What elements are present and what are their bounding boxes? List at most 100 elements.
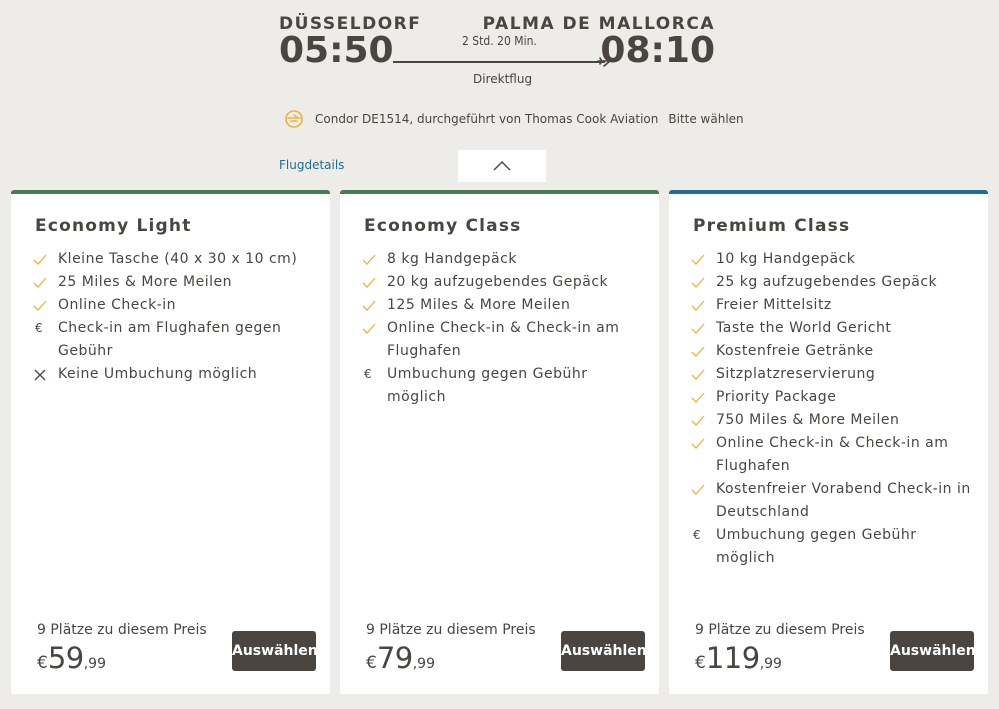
feature-item: 10 kg Handgepäck: [691, 248, 976, 271]
fare-price: €59,99: [37, 641, 106, 675]
feature-text: Freier Mittelsitz: [716, 297, 832, 313]
feature-text: Taste the World Gericht: [716, 320, 892, 336]
feature-item: 8 kg Handgepäck: [362, 248, 647, 271]
feature-item: Keine Umbuchung möglich: [33, 363, 318, 386]
chevron-up-icon: [493, 161, 511, 171]
check-icon: [33, 294, 58, 317]
check-icon: [362, 317, 387, 340]
flight-path-line: [393, 61, 605, 63]
feature-text: Online Check-in & Check-in am Flughafen: [716, 435, 949, 474]
feature-text: Priority Package: [716, 389, 837, 405]
feature-list: Kleine Tasche (40 x 30 x 10 cm) 25 Miles …: [33, 248, 318, 386]
price-integer: 59: [47, 641, 84, 675]
feature-item: Kostenfreie Getränke: [691, 340, 976, 363]
feature-item: € Umbuchung gegen Gebühr möglich: [691, 524, 976, 570]
feature-text: 10 kg Handgepäck: [716, 251, 856, 267]
feature-text: Check-in am Flughafen gegen Gebühr: [58, 320, 282, 359]
check-icon: [691, 386, 716, 409]
euro-icon: €: [35, 321, 44, 335]
feature-item: Online Check-in & Check-in am Flughafen: [691, 432, 976, 478]
feature-item: 750 Miles & More Meilen: [691, 409, 976, 432]
flight-type: Direktflug: [473, 72, 533, 86]
feature-text: Kostenfreier Vorabend Check-in in Deutsc…: [716, 481, 971, 520]
airplane-icon: [597, 55, 611, 67]
feature-text: Online Check-in: [58, 297, 176, 313]
check-icon: [33, 271, 58, 294]
select-button[interactable]: Auswählen: [890, 631, 976, 671]
feature-text: Umbuchung gegen Gebühr möglich: [716, 527, 917, 566]
feature-item: Kostenfreier Vorabend Check-in in Deutsc…: [691, 478, 976, 524]
check-icon: [691, 271, 716, 294]
price-decimal: ,99: [412, 656, 435, 672]
price-currency: €: [695, 653, 706, 673]
seats-available: 9 Plätze zu diesem Preis: [695, 622, 865, 638]
feature-text: 125 Miles & More Meilen: [387, 297, 571, 313]
feature-item: € Umbuchung gegen Gebühr möglich: [362, 363, 647, 409]
euro-icon: €: [693, 528, 702, 542]
feature-item: Sitzplatzreservierung: [691, 363, 976, 386]
check-icon: [691, 478, 716, 501]
feature-text: Keine Umbuchung möglich: [58, 366, 258, 382]
condor-logo-icon: [285, 110, 303, 128]
feature-text: Sitzplatzreservierung: [716, 366, 876, 382]
flight-duration: 2 Std. 20 Min.: [462, 34, 537, 48]
choose-fare-hint: Bitte wählen: [668, 112, 744, 126]
euro-icon: €: [364, 367, 373, 381]
feature-item: Kleine Tasche (40 x 30 x 10 cm): [33, 248, 318, 271]
price-currency: €: [37, 653, 48, 673]
check-icon: [691, 248, 716, 271]
feature-text: 25 kg aufzugebendes Gepäck: [716, 274, 938, 290]
cross-icon: [33, 363, 58, 386]
fare-price: €119,99: [695, 641, 782, 675]
carrier-text: Condor DE1514, durchgeführt von Thomas C…: [315, 112, 659, 126]
select-button[interactable]: Auswählen: [561, 631, 647, 671]
collapse-button[interactable]: [458, 150, 546, 182]
fare-card-premium-class: Premium Class 10 kg Handgepäck 25 kg aufz…: [669, 190, 988, 694]
feature-item: Taste the World Gericht: [691, 317, 976, 340]
feature-item: 25 Miles & More Meilen: [33, 271, 318, 294]
feature-text: Kostenfreie Getränke: [716, 343, 874, 359]
feature-text: 25 Miles & More Meilen: [58, 274, 232, 290]
seats-available: 9 Plätze zu diesem Preis: [37, 622, 207, 638]
feature-text: 750 Miles & More Meilen: [716, 412, 900, 428]
check-icon: [691, 363, 716, 386]
flight-details-link[interactable]: Flugdetails: [279, 158, 344, 172]
departure-time: 05:50: [279, 30, 394, 71]
check-icon: [691, 294, 716, 317]
check-icon: [691, 317, 716, 340]
price-integer: 119: [705, 641, 760, 675]
check-icon: [362, 248, 387, 271]
price-decimal: ,99: [759, 656, 782, 672]
fare-title: Economy Light: [35, 216, 192, 236]
check-icon: [691, 340, 716, 363]
feature-item: Online Check-in & Check-in am Flughafen: [362, 317, 647, 363]
seats-available: 9 Plätze zu diesem Preis: [366, 622, 536, 638]
price-currency: €: [366, 653, 377, 673]
feature-text: Online Check-in & Check-in am Flughafen: [387, 320, 620, 359]
check-icon: [362, 294, 387, 317]
feature-text: Umbuchung gegen Gebühr möglich: [387, 366, 588, 405]
check-icon: [691, 432, 716, 455]
arrival-time: 08:10: [600, 30, 715, 71]
feature-text: 20 kg aufzugebendes Gepäck: [387, 274, 609, 290]
fare-title: Economy Class: [364, 216, 522, 236]
feature-item: Priority Package: [691, 386, 976, 409]
feature-item: Freier Mittelsitz: [691, 294, 976, 317]
check-icon: [691, 409, 716, 432]
feature-item: 20 kg aufzugebendes Gepäck: [362, 271, 647, 294]
feature-item: Online Check-in: [33, 294, 318, 317]
fare-price: €79,99: [366, 641, 435, 675]
feature-text: 8 kg Handgepäck: [387, 251, 517, 267]
check-icon: [33, 248, 58, 271]
feature-list: 8 kg Handgepäck 20 kg aufzugebendes Gepäc…: [362, 248, 647, 409]
fare-title: Premium Class: [693, 216, 851, 236]
feature-item: € Check-in am Flughafen gegen Gebühr: [33, 317, 318, 363]
feature-list: 10 kg Handgepäck 25 kg aufzugebendes Gepä…: [691, 248, 976, 570]
price-integer: 79: [376, 641, 413, 675]
flight-route: DÜSSELDORF PALMA DE MALLORCA 05:50 08:10…: [279, 10, 719, 100]
select-button[interactable]: Auswählen: [232, 631, 318, 671]
check-icon: [362, 271, 387, 294]
feature-item: 25 kg aufzugebendes Gepäck: [691, 271, 976, 294]
fare-card-economy-class: Economy Class 8 kg Handgepäck 20 kg aufzu…: [340, 190, 659, 694]
feature-item: 125 Miles & More Meilen: [362, 294, 647, 317]
